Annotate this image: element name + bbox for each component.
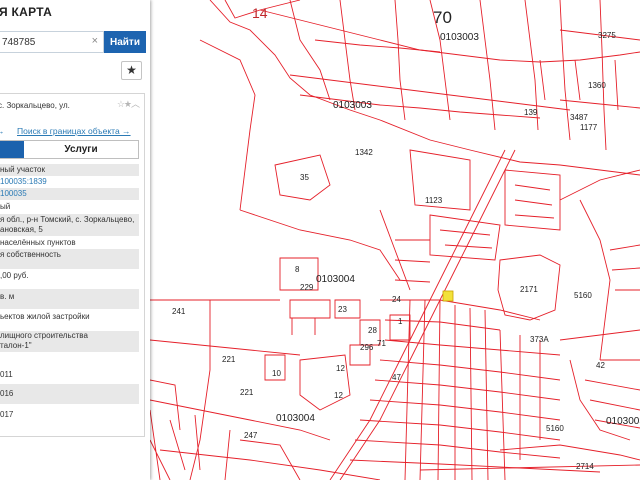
panel-header: Я КАРТА	[0, 0, 150, 27]
map-label: 5160	[574, 291, 592, 300]
card-tabs: Услуги	[0, 140, 139, 159]
map-label: 8	[295, 265, 300, 274]
card-row: 016	[0, 384, 139, 404]
favorite-star-icon[interactable]: ★	[121, 61, 142, 80]
object-address: с. Зоркальцево, ул.	[0, 101, 70, 110]
map-label: 1	[398, 317, 403, 326]
map-label: 10	[272, 369, 281, 378]
map-label: 5160	[546, 424, 564, 433]
map-label: 0103003	[440, 32, 479, 43]
card-row: ,00 руб.	[0, 271, 29, 280]
panel-footer	[0, 458, 146, 480]
map-label: 0103004	[316, 274, 355, 285]
map-label: 71	[377, 339, 386, 348]
card-row: 011	[0, 370, 13, 379]
search-box: ×	[0, 31, 104, 53]
map-label: 3275	[598, 31, 616, 40]
map-label: 2714	[576, 462, 594, 471]
map-label: 229	[300, 283, 314, 292]
card-row: ный участок	[0, 164, 139, 176]
selected-parcel[interactable]	[442, 290, 454, 302]
card-row: ый	[0, 202, 11, 211]
object-card: с. Зоркальцево, ул. ☆★︿ → Поиск в границ…	[0, 93, 145, 437]
map-label: 139	[524, 108, 538, 117]
card-row: 100035:1839	[0, 177, 47, 186]
map-label: 221	[240, 388, 254, 397]
info-panel: Я КАРТА × Найти ★ с. Зоркальцево, ул. ☆★…	[0, 0, 150, 480]
card-link-arrow[interactable]: →	[0, 126, 5, 136]
map-label: 1123	[425, 196, 443, 205]
map-label: 12	[336, 364, 345, 373]
find-button[interactable]: Найти	[104, 31, 146, 53]
map-label: 296	[360, 343, 374, 352]
search-input[interactable]	[0, 33, 88, 52]
map-label: 247	[244, 431, 258, 440]
map-label: 23	[338, 305, 347, 314]
card-row: ьектов жилой застройки	[0, 312, 90, 321]
map-label: 28	[368, 326, 377, 335]
card-row: я собственность	[0, 249, 139, 269]
tab-services[interactable]: Услуги	[24, 141, 138, 158]
map-label: 0103003	[606, 416, 640, 427]
map-label: 1342	[355, 148, 373, 157]
map-label: 47	[392, 373, 401, 382]
map-label: 35	[300, 173, 309, 182]
card-controls[interactable]: ☆★︿	[117, 97, 140, 110]
map-label: 42	[596, 361, 605, 370]
map-label: 241	[172, 307, 186, 316]
map-label: 221	[222, 355, 236, 364]
tab-info[interactable]	[0, 141, 24, 158]
map-label: 12	[334, 391, 343, 400]
panel-title: Я КАРТА	[0, 5, 53, 19]
card-row: лищного строительства талон-1"	[0, 331, 139, 352]
map-label: 3487	[570, 113, 588, 122]
clear-icon[interactable]: ×	[92, 35, 98, 47]
map-label: 0103004	[276, 413, 315, 424]
map-label: 373А	[530, 335, 549, 344]
map-label: 24	[392, 295, 401, 304]
map-label: 2171	[520, 285, 538, 294]
card-row: 017	[0, 410, 14, 419]
card-row: в. м	[0, 289, 139, 309]
card-row: я обл., р-н Томский, с. Зоркальцево, ано…	[0, 214, 139, 236]
search-in-bounds-link[interactable]: Поиск в границах объекта →	[17, 126, 131, 136]
map-label: 70	[433, 8, 452, 27]
map-label: 1360	[588, 81, 606, 90]
card-row: 100035	[0, 188, 139, 200]
map-label: 14	[252, 5, 268, 21]
map-label: 0103003	[333, 100, 372, 111]
card-row: населённых пунктов	[0, 238, 76, 247]
map-label: 1177	[580, 123, 598, 132]
